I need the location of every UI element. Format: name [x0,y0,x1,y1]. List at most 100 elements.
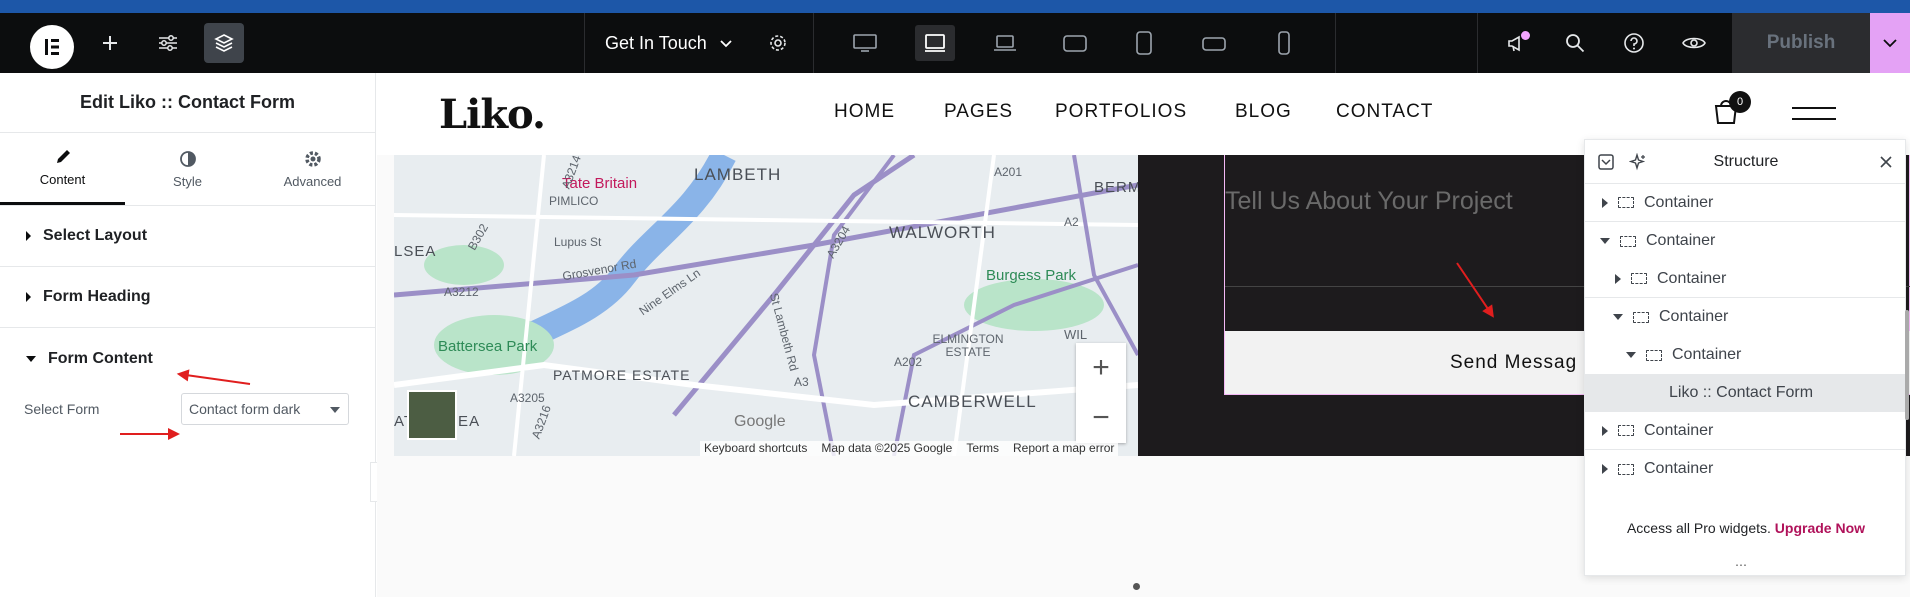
expand-icon[interactable] [1602,464,1608,474]
select-form-dropdown[interactable]: Contact form dark [181,393,349,425]
structure-item[interactable]: Container [1585,450,1905,488]
publish-options-chevron-icon[interactable] [1870,13,1910,73]
satellite-toggle-thumbnail[interactable] [407,390,457,440]
structure-item[interactable]: Container [1585,260,1905,298]
device-laptop-icon[interactable] [985,25,1025,61]
container-icon [1646,349,1662,361]
send-label: Send Messag [1450,351,1578,373]
preview-eye-icon[interactable] [1674,23,1714,63]
report-map-error-link[interactable]: Report a map error [1013,441,1114,456]
project-message-field[interactable]: Tell Us About Your Project [1225,187,1513,216]
page-title-dropdown[interactable]: Get In Touch [605,13,733,73]
container-icon [1633,311,1649,323]
map-label: Burgess Park [986,267,1077,284]
nav-pages[interactable]: PAGES [944,101,1013,123]
device-mobile-portrait-icon[interactable] [1264,25,1304,61]
site-logo[interactable]: Liko. [439,91,546,138]
expand-icon[interactable] [1615,273,1621,284]
road-label: A3212 [444,285,479,299]
road-label: A201 [994,165,1023,179]
keyboard-shortcuts-link[interactable]: Keyboard shortcuts [704,441,807,456]
nav-contact[interactable]: CONTACT [1336,101,1433,123]
device-desktop-active-icon[interactable] [915,25,955,61]
collapse-icon[interactable] [1626,352,1636,358]
help-icon[interactable] [1614,23,1654,63]
contrast-icon [179,150,196,167]
collapse-icon[interactable] [1600,238,1610,244]
slider-dot [1133,583,1140,590]
structure-header: Structure [1585,140,1905,184]
map-label: LAMBETH [694,165,782,184]
zoom-out-icon[interactable]: − [1076,393,1126,443]
map-label: BERM [1094,179,1138,196]
tab-style[interactable]: Style [125,133,250,205]
section-label: Form Heading [43,288,151,305]
notifications-megaphone-icon[interactable] [1497,23,1537,63]
close-icon[interactable] [1879,155,1893,169]
device-desktop-icon[interactable] [845,25,885,61]
scrollbar[interactable] [1905,310,1909,420]
annotation-arrow [120,428,180,440]
map-label: WALWORTH [889,223,996,242]
pencil-icon [56,150,70,163]
tab-label: Advanced [283,173,342,189]
structure-item-label: Container [1644,421,1714,439]
tab-advanced[interactable]: Advanced [250,133,375,205]
structure-item[interactable]: Container [1585,222,1905,260]
tab-content[interactable]: Content [0,133,125,205]
device-tablet-landscape-icon[interactable] [1055,25,1095,61]
promo-text: Access all Pro widgets. [1626,520,1771,536]
map-label: PIMLICO [549,194,599,208]
divider [584,13,585,73]
road-label: A2 [1064,215,1079,229]
panel-title: Edit Liko :: Contact Form [0,73,375,133]
divider [1477,13,1478,73]
tab-label: Content [39,172,86,187]
map-label: ELMINGTON ESTATE [932,332,1004,359]
container-icon [1620,235,1636,247]
nav-home[interactable]: HOME [834,101,895,123]
caret-down-icon [26,355,36,362]
structure-item-selected[interactable]: Liko :: Contact Form [1585,374,1905,412]
resize-handle-icon[interactable]: ⋯ [1735,558,1747,572]
elementor-logo-icon[interactable] [30,25,74,69]
terms-link[interactable]: Terms [966,441,999,456]
divider [1335,13,1336,73]
upgrade-now-link[interactable]: Upgrade Now [1775,520,1865,536]
structure-layers-icon[interactable] [204,23,244,63]
add-element-icon[interactable] [90,23,130,63]
structure-item[interactable]: Container [1585,336,1905,374]
google-map[interactable]: LAMBETH Tate Britain PIMLICO WALWORTH Bu… [394,155,1138,456]
collapse-icon[interactable] [1613,314,1623,320]
structure-title: Structure [1713,152,1779,170]
map-attribution: Keyboard shortcuts Map data ©2025 Google… [700,441,1119,456]
expand-icon[interactable] [1602,197,1608,208]
device-mobile-landscape-icon[interactable] [1194,25,1234,61]
structure-item-label: Container [1659,308,1729,325]
expand-icon[interactable] [1602,425,1608,436]
hamburger-menu-icon[interactable] [1792,107,1836,129]
map-data-credit: Map data ©2025 Google [821,441,953,455]
google-logo: Google [734,413,786,430]
nav-portfolios[interactable]: PORTFOLIOS [1055,101,1187,123]
structure-item-label: Container [1657,269,1727,287]
publish-button[interactable]: Publish [1732,13,1870,73]
device-tablet-portrait-icon[interactable] [1124,25,1164,61]
structure-item-label: Container [1646,232,1716,249]
container-icon [1618,425,1634,436]
section-form-heading[interactable]: Form Heading [0,267,375,328]
zoom-in-icon[interactable]: + [1076,343,1126,393]
structure-item[interactable]: Container [1585,298,1905,336]
structure-item[interactable]: Container [1585,184,1905,222]
cart-count-badge: 0 [1729,91,1751,113]
structure-item[interactable]: Container [1585,412,1905,450]
page-settings-gear-icon[interactable] [758,23,798,63]
search-icon[interactable] [1555,23,1595,63]
caret-right-icon [26,292,31,302]
select-form-row: Select Form Contact form dark [0,389,375,429]
section-select-layout[interactable]: Select Layout [0,206,375,267]
nav-blog[interactable]: BLOG [1235,101,1292,123]
structure-item-label: Container [1672,346,1742,363]
site-settings-icon[interactable] [148,23,188,63]
gear-icon [304,150,321,167]
